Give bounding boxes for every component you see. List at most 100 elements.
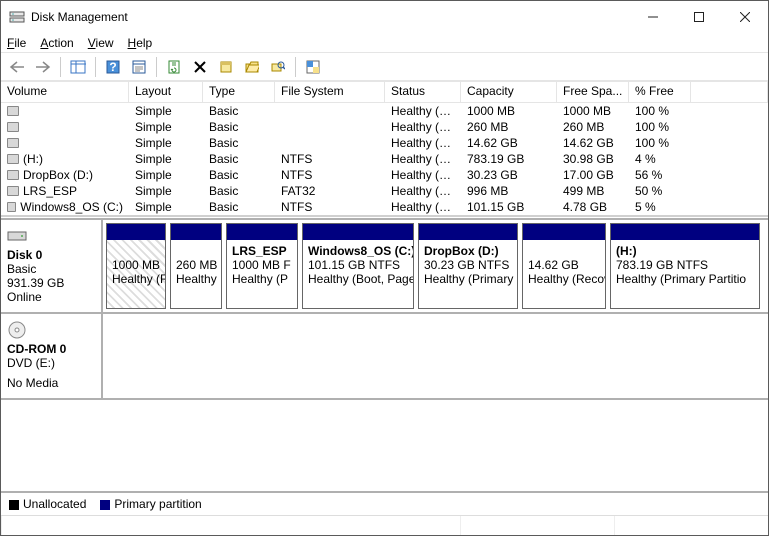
- partition[interactable]: (H:)783.19 GB NTFSHealthy (Primary Parti…: [610, 223, 760, 309]
- cdrom-icon: [7, 320, 27, 340]
- volume-layout: Simple: [129, 120, 203, 134]
- col-pctfree[interactable]: % Free: [629, 82, 691, 102]
- volume-status: Healthy (R...: [385, 136, 461, 150]
- help-button[interactable]: ?: [101, 55, 125, 79]
- show-hide-tree-button[interactable]: [66, 55, 90, 79]
- volume-row[interactable]: SimpleBasicHealthy (R...1000 MB1000 MB10…: [1, 103, 768, 119]
- volume-list[interactable]: Volume Layout Type File System Status Ca…: [1, 81, 768, 217]
- volume-type: Basic: [203, 168, 275, 182]
- volume-icon: [7, 170, 19, 180]
- volume-status: Healthy (P...: [385, 168, 461, 182]
- volume-capacity: 30.23 GB: [461, 168, 557, 182]
- col-spacer: [691, 82, 768, 102]
- volume-layout: Simple: [129, 168, 203, 182]
- partition[interactable]: 1000 MBHealthy (R: [106, 223, 166, 309]
- volume-row[interactable]: SimpleBasicHealthy (E...260 MB260 MB100 …: [1, 119, 768, 135]
- volume-icon: [7, 106, 19, 116]
- maximize-button[interactable]: [676, 1, 722, 33]
- primary-swatch: [100, 500, 110, 510]
- refresh-button[interactable]: [162, 55, 186, 79]
- menu-action[interactable]: Action: [40, 36, 73, 50]
- volume-capacity: 260 MB: [461, 120, 557, 134]
- volume-type: Basic: [203, 184, 275, 198]
- volume-row[interactable]: Windows8_OS (C:)SimpleBasicNTFSHealthy (…: [1, 199, 768, 215]
- volume-free: 1000 MB: [557, 104, 629, 118]
- disk-0-row[interactable]: Disk 0 Basic 931.39 GB Online 1000 MBHea…: [1, 218, 768, 314]
- forward-button[interactable]: [31, 55, 55, 79]
- partition[interactable]: DropBox (D:)30.23 GB NTFSHealthy (Primar…: [418, 223, 518, 309]
- partition[interactable]: Windows8_OS (C:)101.15 GB NTFSHealthy (B…: [302, 223, 414, 309]
- volume-icon: [7, 186, 19, 196]
- volume-row[interactable]: SimpleBasicHealthy (R...14.62 GB14.62 GB…: [1, 135, 768, 151]
- disk-0-label: Disk 0 Basic 931.39 GB Online: [1, 220, 103, 312]
- volume-name: (H:): [23, 152, 43, 166]
- volume-capacity: 996 MB: [461, 184, 557, 198]
- volume-row[interactable]: (H:)SimpleBasicNTFSHealthy (P...783.19 G…: [1, 151, 768, 167]
- volume-free: 260 MB: [557, 120, 629, 134]
- volume-name: [23, 104, 113, 118]
- volume-free: 30.98 GB: [557, 152, 629, 166]
- cdrom-label: CD-ROM 0 DVD (E:) No Media: [1, 314, 103, 398]
- partition[interactable]: LRS_ESP1000 MB FHealthy (P: [226, 223, 298, 309]
- volume-status: Healthy (P...: [385, 152, 461, 166]
- volume-icon: [7, 154, 19, 164]
- volume-status: Healthy (E...: [385, 120, 461, 134]
- volume-fs: NTFS: [275, 168, 385, 182]
- volume-free: 17.00 GB: [557, 168, 629, 182]
- partition[interactable]: 14.62 GBHealthy (Recov: [522, 223, 606, 309]
- volume-type: Basic: [203, 152, 275, 166]
- titlebar[interactable]: Disk Management: [1, 1, 768, 33]
- volume-pct: 100 %: [629, 104, 691, 118]
- volume-name: LRS_ESP: [23, 184, 77, 198]
- col-capacity[interactable]: Capacity: [461, 82, 557, 102]
- volume-pct: 100 %: [629, 136, 691, 150]
- volume-fs: NTFS: [275, 200, 385, 214]
- cdrom-row[interactable]: CD-ROM 0 DVD (E:) No Media: [1, 314, 768, 400]
- volume-type: Basic: [203, 200, 275, 214]
- disk-management-window: Disk Management File Action View Help ? …: [0, 0, 769, 536]
- volume-capacity: 1000 MB: [461, 104, 557, 118]
- volume-fs: FAT32: [275, 184, 385, 198]
- col-volume[interactable]: Volume: [1, 82, 129, 102]
- volume-icon: [7, 202, 16, 212]
- explore-button[interactable]: [240, 55, 264, 79]
- col-free[interactable]: Free Spa...: [557, 82, 629, 102]
- volume-pct: 5 %: [629, 200, 691, 214]
- volume-icon: [7, 138, 19, 148]
- volume-capacity: 783.19 GB: [461, 152, 557, 166]
- volume-row[interactable]: DropBox (D:)SimpleBasicNTFSHealthy (P...…: [1, 167, 768, 183]
- partition[interactable]: 260 MBHealthy: [170, 223, 222, 309]
- col-layout[interactable]: Layout: [129, 82, 203, 102]
- volume-layout: Simple: [129, 104, 203, 118]
- menubar: File Action View Help: [1, 33, 768, 53]
- legend: Unallocated Primary partition: [1, 491, 768, 515]
- menu-file[interactable]: File: [7, 36, 26, 50]
- col-status[interactable]: Status: [385, 82, 461, 102]
- volume-layout: Simple: [129, 200, 203, 214]
- volume-name: Windows8_OS (C:): [20, 200, 123, 214]
- menu-view[interactable]: View: [88, 36, 114, 50]
- format-button[interactable]: [214, 55, 238, 79]
- delete-button[interactable]: [188, 55, 212, 79]
- volume-pct: 56 %: [629, 168, 691, 182]
- volume-type: Basic: [203, 136, 275, 150]
- close-button[interactable]: [722, 1, 768, 33]
- rescan-button[interactable]: [266, 55, 290, 79]
- menu-help[interactable]: Help: [128, 36, 153, 50]
- disk-icon: [7, 226, 27, 246]
- disk-map: Disk 0 Basic 931.39 GB Online 1000 MBHea…: [1, 217, 768, 491]
- volume-status: Healthy (P...: [385, 184, 461, 198]
- col-type[interactable]: Type: [203, 82, 275, 102]
- volume-layout: Simple: [129, 152, 203, 166]
- col-filesystem[interactable]: File System: [275, 82, 385, 102]
- volume-icon: [7, 122, 19, 132]
- volume-pct: 50 %: [629, 184, 691, 198]
- properties-button[interactable]: [127, 55, 151, 79]
- minimize-button[interactable]: [630, 1, 676, 33]
- settings-button[interactable]: [301, 55, 325, 79]
- volume-type: Basic: [203, 120, 275, 134]
- back-button[interactable]: [5, 55, 29, 79]
- volume-row[interactable]: LRS_ESPSimpleBasicFAT32Healthy (P...996 …: [1, 183, 768, 199]
- volume-free: 499 MB: [557, 184, 629, 198]
- volume-pct: 4 %: [629, 152, 691, 166]
